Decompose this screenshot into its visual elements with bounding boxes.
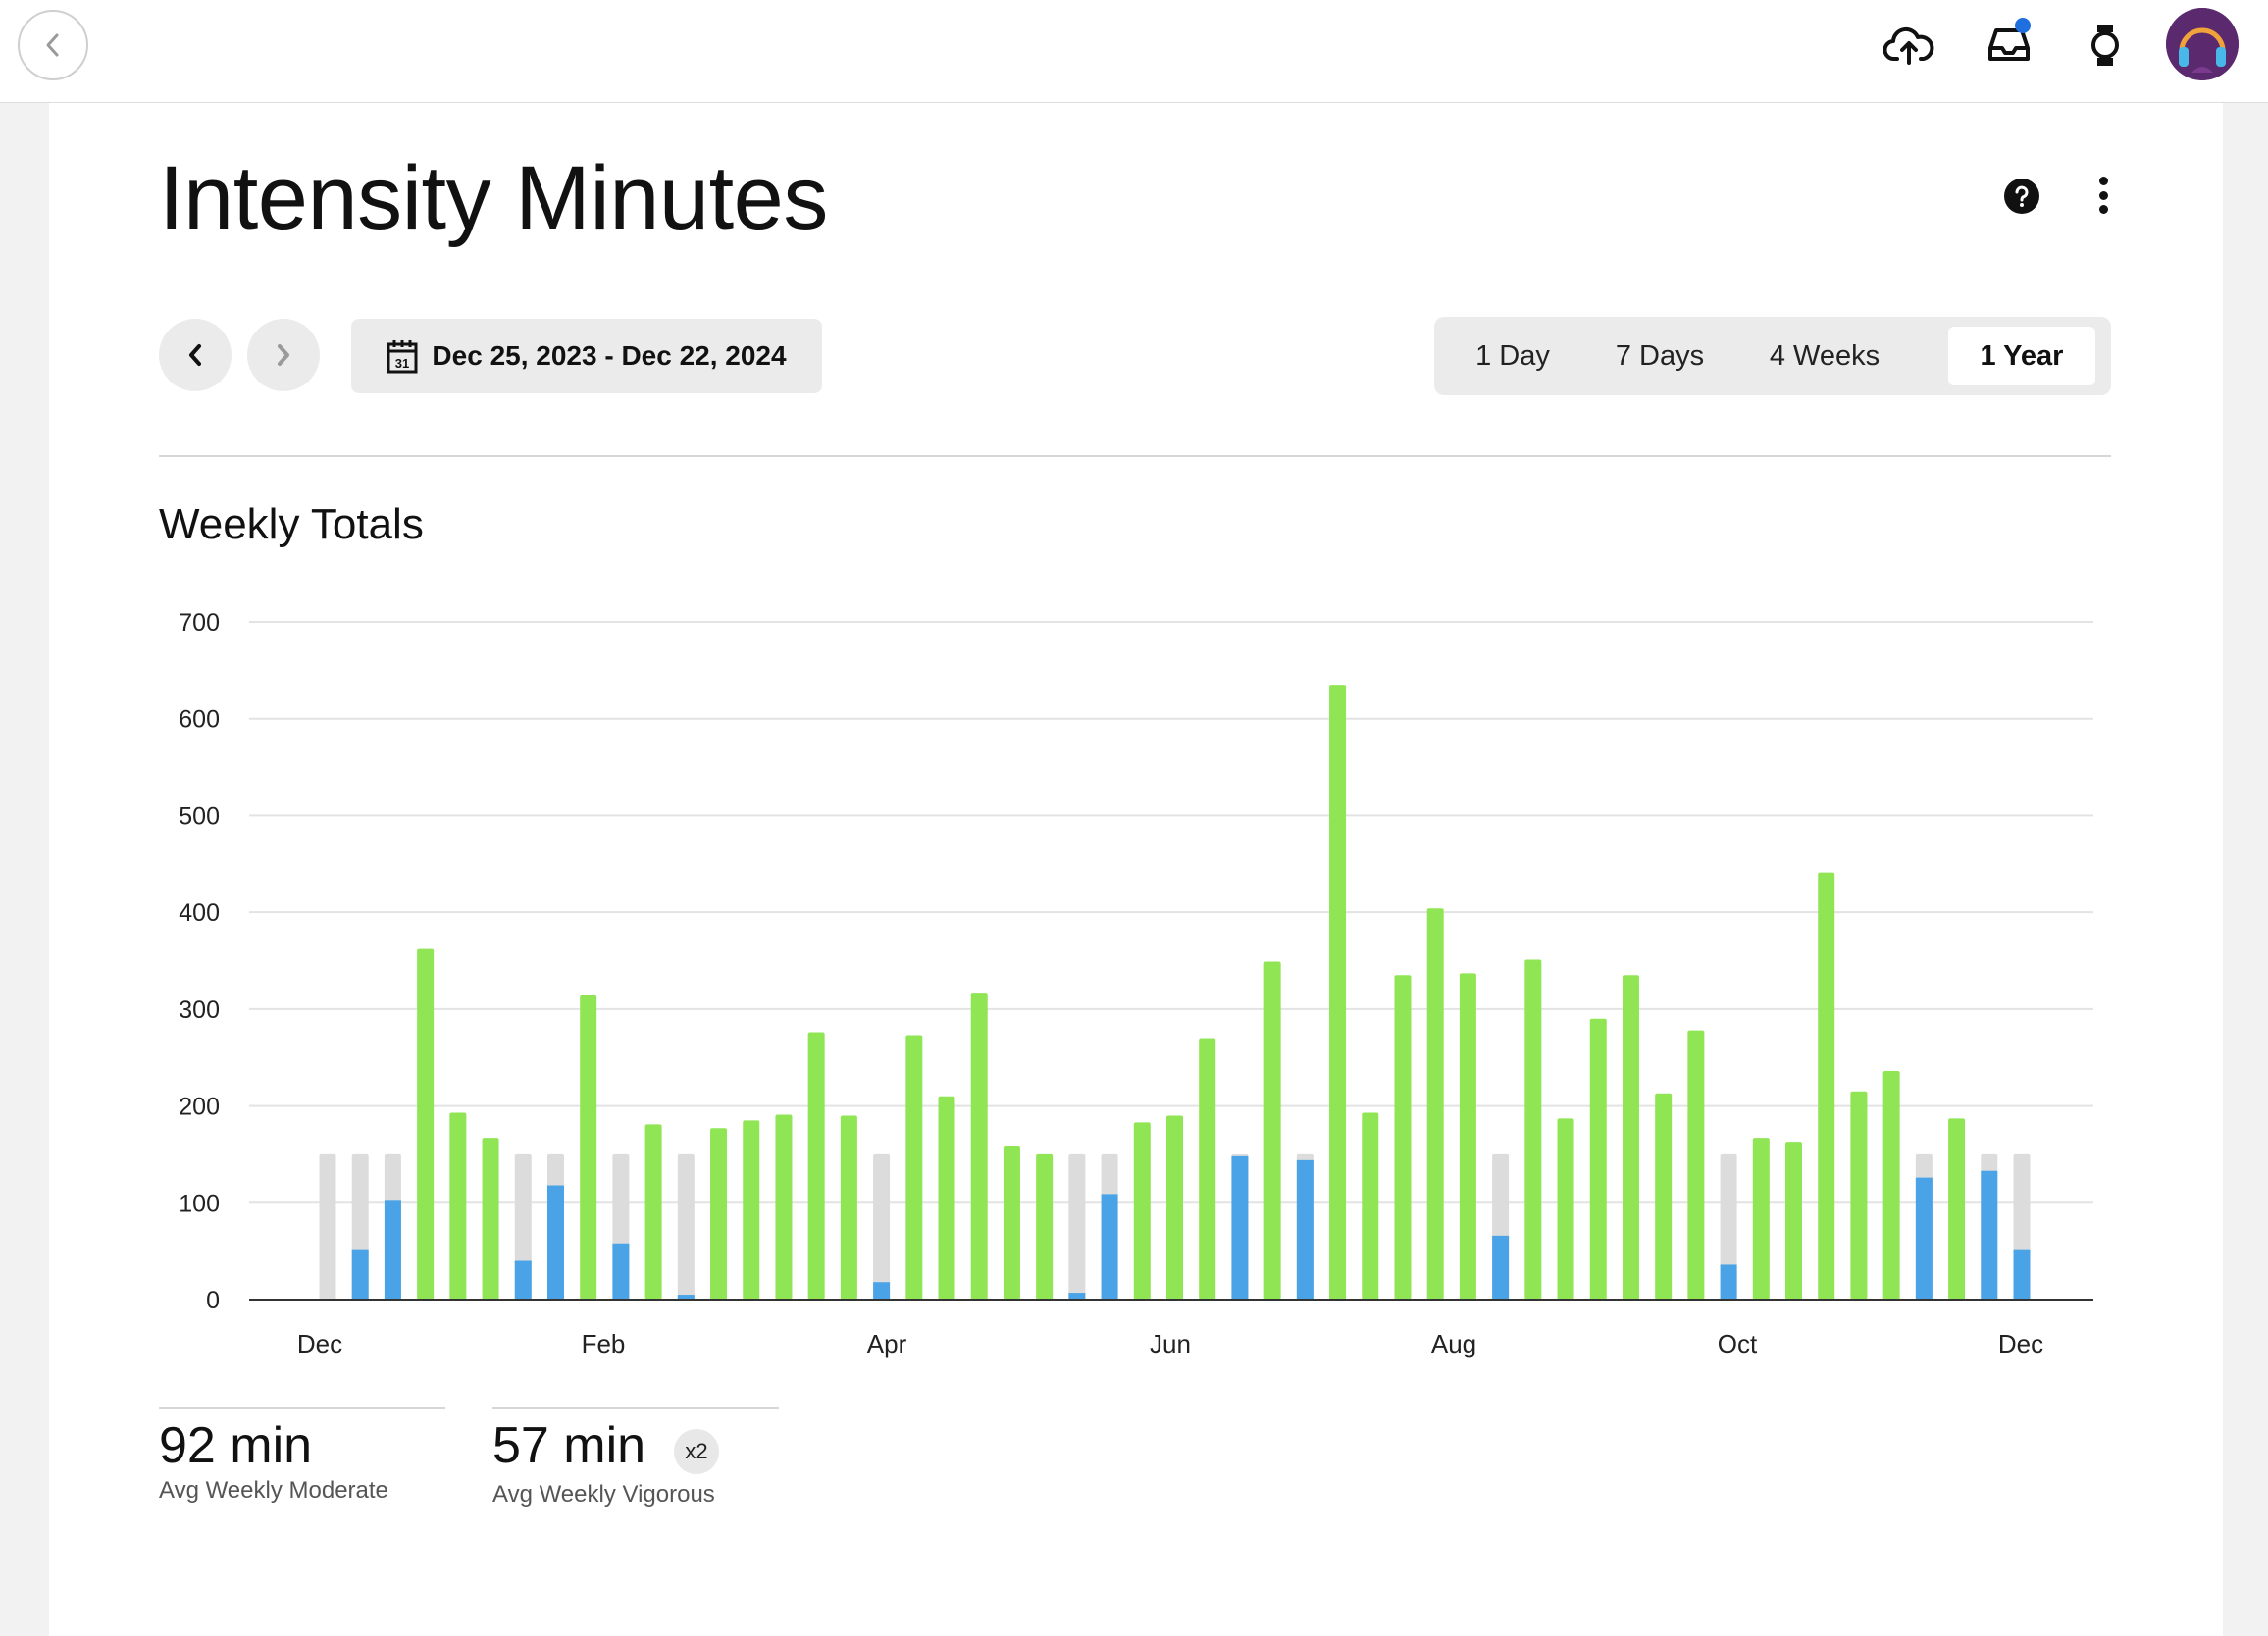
bar-goal-met: [1329, 685, 1347, 1300]
vigorous-multiplier-badge: x2: [674, 1429, 719, 1474]
x-tick-label: Feb: [582, 1329, 626, 1358]
bar-below-goal: [1068, 1293, 1086, 1300]
x-tick-label: Dec: [297, 1329, 342, 1358]
bar-goal-met: [449, 1112, 467, 1300]
bar-goal-met: [710, 1128, 728, 1300]
bar-goal-met: [1263, 961, 1281, 1300]
bar-goal-met: [840, 1115, 857, 1300]
bar-below-goal: [1720, 1264, 1737, 1300]
y-tick-label: 600: [179, 706, 220, 734]
bar-goal-remaining: [1068, 1153, 1086, 1300]
y-tick-label: 200: [179, 1094, 220, 1121]
stat-vigorous: 57 min x2 Avg Weekly Vigorous: [492, 1407, 779, 1509]
bar-goal-met: [1850, 1091, 1868, 1300]
bar-goal-met: [1752, 1138, 1770, 1300]
bar-goal-met: [417, 948, 435, 1300]
bar-goal-met: [1622, 975, 1639, 1300]
bar-goal-met: [1818, 872, 1835, 1300]
y-tick-label: 700: [179, 609, 220, 637]
bar-goal-met: [1426, 908, 1444, 1300]
bar-goal-met: [580, 995, 597, 1300]
bar-below-goal: [384, 1200, 401, 1300]
intensity-minutes-chart: 0 100 200 300 400 500 600 700 Dec Feb Apr Jun Aug Oct…: [179, 609, 2093, 1358]
bar-goal-met: [1133, 1122, 1151, 1300]
x-tick-label: Jun: [1150, 1329, 1191, 1358]
y-tick-label: 100: [179, 1190, 220, 1217]
bar-goal-met: [644, 1124, 662, 1300]
bar-goal-remaining: [677, 1153, 695, 1300]
bar-below-goal: [1915, 1177, 1933, 1300]
bar-goal-met: [1655, 1093, 1673, 1300]
bar-goal-met: [1036, 1153, 1054, 1300]
vigorous-value: 57 min: [492, 1417, 646, 1474]
y-tick-label: 300: [179, 997, 220, 1024]
bar-goal-met: [1199, 1038, 1216, 1300]
bar-below-goal: [2013, 1249, 2031, 1300]
vigorous-label: Avg Weekly Vigorous: [492, 1481, 715, 1508]
bar-goal-met: [1687, 1030, 1705, 1300]
bar-below-goal: [873, 1282, 891, 1300]
bar-goal-met: [1785, 1142, 1803, 1300]
bar-goal-met: [1882, 1071, 1900, 1300]
y-tick-label: 500: [179, 802, 220, 830]
bar-goal-met: [970, 993, 988, 1300]
stat-moderate: 92 min Avg Weekly Moderate: [159, 1407, 445, 1506]
bar-goal-met: [743, 1120, 760, 1300]
bar-goal-met: [905, 1035, 923, 1300]
bar-goal-met: [1362, 1112, 1379, 1300]
x-tick-label: Aug: [1431, 1329, 1476, 1358]
bar-goal-remaining: [319, 1153, 336, 1300]
bar-below-goal: [1981, 1170, 1998, 1300]
bar-goal-met: [807, 1032, 825, 1300]
moderate-value: 92 min: [159, 1417, 313, 1474]
bar-below-goal: [546, 1185, 564, 1300]
bar-below-goal: [1296, 1159, 1314, 1300]
bar-below-goal: [1492, 1235, 1510, 1300]
bar-goal-met: [1557, 1118, 1574, 1300]
bar-goal-met: [482, 1138, 499, 1300]
bar-goal-remaining: [873, 1153, 891, 1300]
bar-below-goal: [351, 1249, 369, 1300]
bar-below-goal: [514, 1260, 532, 1300]
bar-goal-met: [1948, 1118, 1966, 1300]
bar-goal-met: [775, 1114, 793, 1300]
bar-goal-met: [1524, 959, 1542, 1300]
bar-goal-met: [1166, 1115, 1183, 1300]
bar-below-goal: [1231, 1155, 1249, 1300]
x-tick-label: Apr: [867, 1329, 907, 1358]
bar-goal-met: [938, 1096, 955, 1300]
moderate-label: Avg Weekly Moderate: [159, 1477, 388, 1504]
bar-below-goal: [1101, 1194, 1118, 1300]
y-tick-label: 0: [206, 1287, 220, 1314]
x-tick-label: Dec: [1998, 1329, 2043, 1358]
bar-goal-met: [1589, 1018, 1607, 1300]
bar-goal-met: [1003, 1146, 1020, 1300]
bar-goal-met: [1459, 973, 1476, 1300]
y-tick-label: 400: [179, 899, 220, 927]
bar-goal-met: [1394, 975, 1412, 1300]
bar-below-goal: [612, 1243, 630, 1300]
x-tick-label: Oct: [1718, 1329, 1758, 1358]
